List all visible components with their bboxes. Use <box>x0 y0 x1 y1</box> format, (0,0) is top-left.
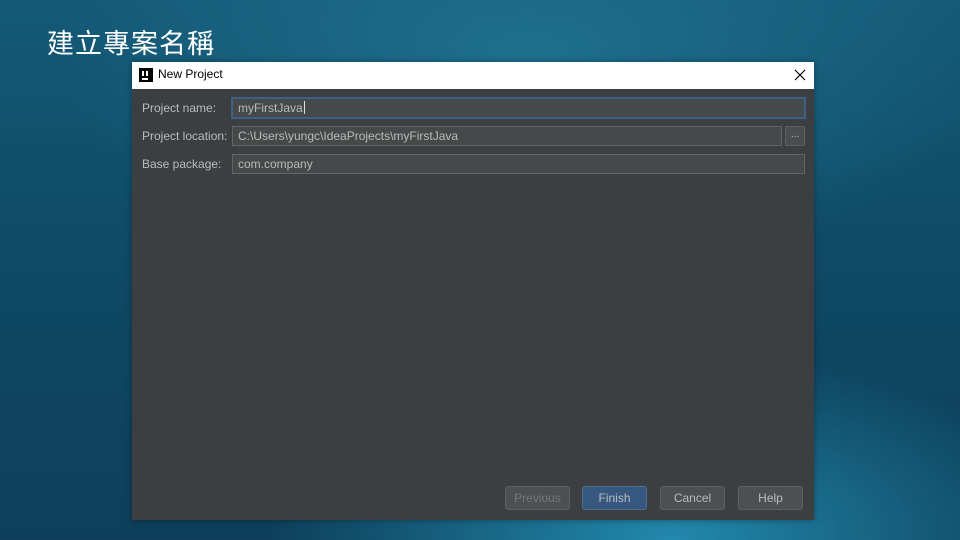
project-name-label: Project name: <box>142 101 217 115</box>
dialog-title: New Project <box>158 67 223 81</box>
new-project-dialog: New Project Project name: myFirstJava Pr… <box>132 62 814 520</box>
intellij-idea-icon <box>139 68 153 82</box>
finish-button[interactable]: Finish <box>582 486 647 510</box>
project-name-value: myFirstJava <box>238 101 303 115</box>
browse-location-button[interactable]: ... <box>785 126 805 146</box>
project-name-input[interactable]: myFirstJava <box>232 98 805 118</box>
project-location-value: C:\Users\yungc\IdeaProjects\myFirstJava <box>238 129 459 143</box>
close-button[interactable] <box>786 62 814 89</box>
base-package-label: Base package: <box>142 157 222 171</box>
base-package-value: com.company <box>238 157 313 171</box>
dialog-titlebar: New Project <box>132 62 814 89</box>
slide-title: 建立專案名稱 <box>47 29 215 60</box>
close-icon <box>794 69 806 81</box>
project-location-label: Project location: <box>142 129 228 143</box>
project-location-input[interactable]: C:\Users\yungc\IdeaProjects\myFirstJava <box>232 126 782 146</box>
cancel-button[interactable]: Cancel <box>660 486 725 510</box>
text-caret <box>303 101 305 114</box>
previous-button[interactable]: Previous <box>505 486 570 510</box>
base-package-input[interactable]: com.company <box>232 154 805 174</box>
help-button[interactable]: Help <box>738 486 803 510</box>
